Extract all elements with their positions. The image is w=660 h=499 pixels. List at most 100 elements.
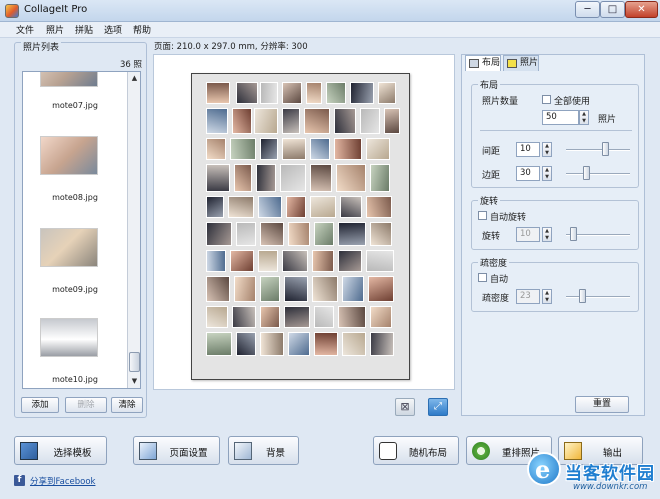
margin-stepper[interactable]: ▲ ▼ [542,166,552,181]
collage-photo[interactable] [234,276,256,302]
collage-photo[interactable] [342,332,366,356]
density-input[interactable]: 23 [516,289,540,304]
minimize-button[interactable]: ─ [575,1,600,18]
collage-photo[interactable] [326,82,346,104]
collage-photo[interactable] [338,306,366,328]
page-setup-button[interactable]: 页面设置 [133,436,220,465]
close-button[interactable]: ✕ [625,1,658,18]
collage-photo[interactable] [304,108,330,134]
photo-list-scrollbar[interactable]: ▲ ▼ [127,72,140,388]
collage-photo[interactable] [284,276,308,302]
rotation-slider-thumb[interactable] [570,227,577,241]
collage-photo[interactable] [370,222,392,246]
scroll-up-icon[interactable]: ▲ [128,72,140,85]
collage-photo[interactable] [334,138,362,160]
collage-photo[interactable] [310,196,336,218]
collage-photo[interactable] [384,108,400,134]
collage-photo[interactable] [236,82,258,104]
density-slider-thumb[interactable] [579,289,586,303]
density-stepper[interactable]: ▲ ▼ [542,289,552,304]
collage-photo[interactable] [206,164,230,192]
collage-photo[interactable] [314,306,334,328]
collage-photo[interactable] [370,332,394,356]
collage-photo[interactable] [254,108,278,134]
facebook-icon[interactable]: f [14,475,25,486]
photo-count-stepper[interactable]: ▲ ▼ [579,110,589,125]
collage-photo[interactable] [342,276,364,302]
collage-photo[interactable] [370,306,392,328]
collage-photo[interactable] [338,250,362,272]
use-all-checkbox[interactable] [542,95,551,104]
collage-photo[interactable] [258,196,282,218]
collage-photo[interactable] [340,196,362,218]
photo-count-input[interactable]: 50 [542,110,579,125]
collage-photo[interactable] [206,82,230,104]
collage-photo[interactable] [206,196,224,218]
scroll-down-icon[interactable]: ▼ [128,375,140,388]
collage-photo[interactable] [260,306,280,328]
photo-thumbnail[interactable] [40,228,98,267]
spacing-slider[interactable] [566,149,630,151]
collage-photo[interactable] [232,108,252,134]
spacing-stepper[interactable]: ▲ ▼ [542,142,552,157]
collage-photo[interactable] [288,222,310,246]
menu-collage[interactable]: 拼贴 [75,23,93,36]
collage-photo[interactable] [288,332,310,356]
photo-list[interactable]: mote07.jpg mote08.jpg mote09.jpg mote10.… [22,71,141,389]
clear-photos-button[interactable]: 清除 [111,397,143,413]
collage-photo[interactable] [366,250,394,272]
delete-photo-button[interactable]: 删除 [65,397,107,413]
add-photo-button[interactable]: 添加 [21,397,59,413]
collage-photo[interactable] [280,164,306,192]
tab-photo[interactable]: 照片 [503,55,539,71]
collage-photo[interactable] [310,138,330,160]
rotation-stepper[interactable]: ▲ ▼ [542,227,552,242]
collage-photo[interactable] [334,108,356,134]
share-facebook-link[interactable]: 分享到Facebook [30,475,95,487]
collage-photo[interactable] [370,164,390,192]
collage-photo[interactable] [258,250,278,272]
collage-photo[interactable] [260,332,284,356]
collage-photo[interactable] [206,306,228,328]
collage-photo[interactable] [338,222,366,246]
collage-photo[interactable] [206,138,226,160]
collage-photo[interactable] [206,222,232,246]
collage-photo[interactable] [368,276,394,302]
collage-photo[interactable] [360,108,380,134]
fit-page-icon[interactable]: ⊠ [395,398,415,416]
photo-thumbnail[interactable] [40,136,98,175]
background-button[interactable]: 背景 [228,436,299,465]
fullscreen-icon[interactable]: ⤢ [428,398,448,416]
collage-photo[interactable] [310,164,332,192]
collage-page[interactable] [191,73,410,380]
rotation-input[interactable]: 10 [516,227,540,242]
auto-rotate-checkbox[interactable] [478,211,487,220]
photo-thumbnail[interactable] [40,318,98,357]
collage-photo[interactable] [230,250,254,272]
reset-button[interactable]: 重置 [575,396,629,413]
collage-photo[interactable] [260,138,278,160]
maximize-button[interactable]: □ [600,1,625,18]
collage-canvas[interactable] [153,54,455,390]
collage-photo[interactable] [260,222,284,246]
collage-photo[interactable] [282,250,308,272]
collage-photo[interactable] [232,306,256,328]
menu-help[interactable]: 帮助 [133,23,151,36]
collage-photo[interactable] [336,164,366,192]
spacing-input[interactable]: 10 [516,142,540,157]
collage-photo[interactable] [314,332,338,356]
collage-photo[interactable] [236,332,256,356]
collage-photo[interactable] [366,138,390,160]
collage-photo[interactable] [230,138,256,160]
collage-photo[interactable] [206,108,228,134]
collage-photo[interactable] [206,250,226,272]
collage-photo[interactable] [282,138,306,160]
tab-layout[interactable]: 布局 [465,55,501,71]
scrollbar-thumb[interactable] [129,352,140,372]
collage-photo[interactable] [282,108,300,134]
collage-photo[interactable] [284,306,310,328]
collage-photo[interactable] [350,82,374,104]
collage-photo[interactable] [282,82,302,104]
collage-photo[interactable] [256,164,276,192]
margin-slider-thumb[interactable] [583,166,591,180]
